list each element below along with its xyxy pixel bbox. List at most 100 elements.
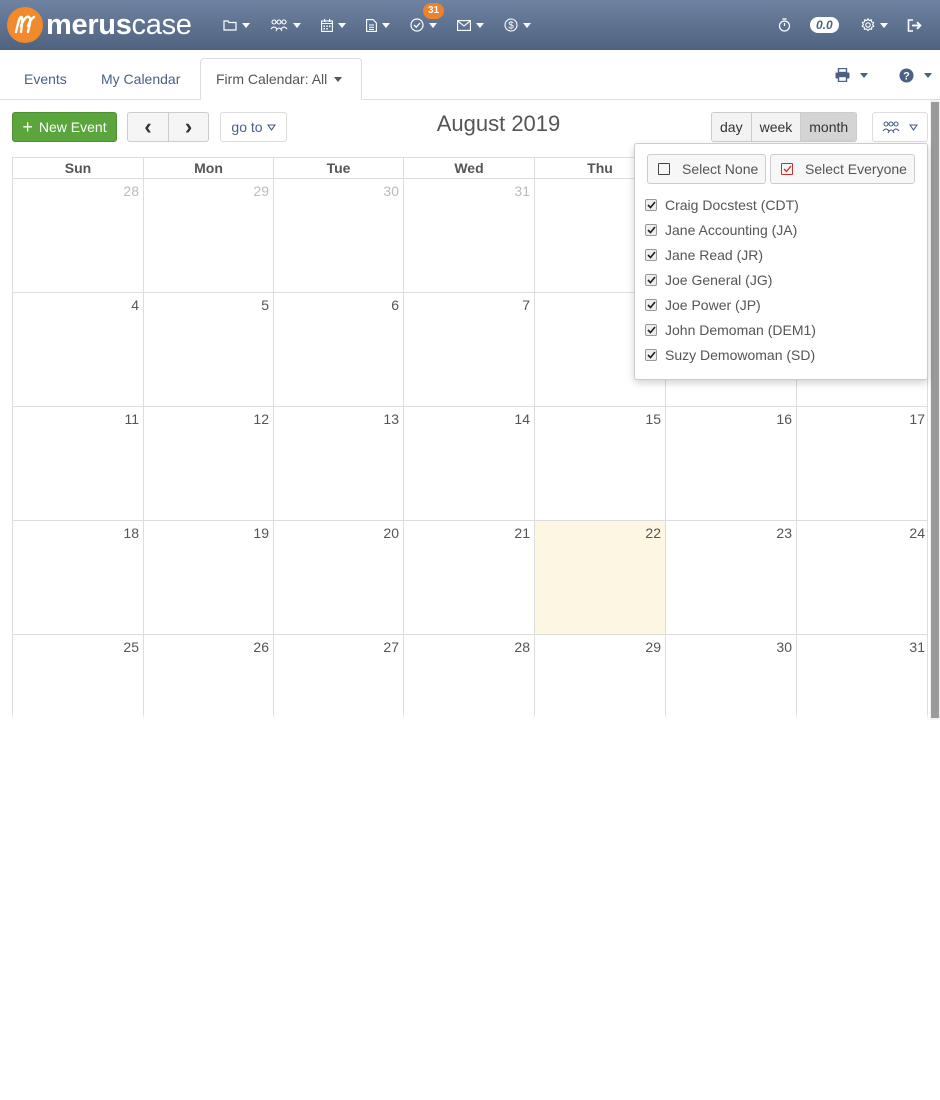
day-number[interactable]: 16 (776, 411, 792, 427)
calendar-day-cell[interactable]: 17 (797, 407, 928, 520)
calendar-day-cell[interactable]: 7 (404, 293, 535, 406)
person-filter-item[interactable]: Jane Read (JR) (645, 245, 763, 265)
calendar-menu[interactable] (321, 0, 346, 50)
person-filter-item[interactable]: Jane Accounting (JA) (645, 220, 797, 240)
day-number[interactable]: 27 (383, 639, 399, 655)
settings-menu[interactable] (861, 0, 888, 50)
day-number[interactable]: 22 (645, 525, 661, 541)
calendar-day-cell[interactable]: 18 (13, 521, 144, 634)
user-filter-button[interactable] (872, 112, 928, 142)
calendar-day-cell[interactable]: 4 (13, 293, 144, 406)
next-month-button[interactable]: › (168, 112, 209, 142)
calendar-day-cell[interactable]: 19 (144, 521, 274, 634)
calendar-day-cell[interactable]: 28 (404, 635, 535, 718)
help-menu[interactable]: ? (899, 50, 932, 100)
day-number[interactable]: 28 (514, 639, 530, 655)
view-month-button[interactable]: month (801, 113, 857, 141)
page-scrollbar[interactable] (930, 100, 940, 720)
calendar-day-cell[interactable]: 23 (666, 521, 797, 634)
day-number[interactable]: 23 (776, 525, 792, 541)
billing-menu[interactable]: $ (504, 0, 531, 50)
person-filter-item[interactable]: Joe Power (JP) (645, 295, 761, 315)
person-filter-item[interactable]: John Demoman (DEM1) (645, 320, 816, 340)
select-everyone-button[interactable]: Select Everyone (770, 154, 915, 184)
day-number[interactable]: 28 (123, 183, 139, 199)
day-number[interactable]: 4 (131, 297, 139, 313)
tab-my-calendar[interactable]: My Calendar (86, 58, 195, 100)
logout-button[interactable] (907, 0, 922, 50)
calendar-day-cell[interactable]: 31 (797, 635, 928, 718)
day-number[interactable]: 21 (514, 525, 530, 541)
person-filter-item[interactable]: Suzy Demowoman (SD) (645, 345, 815, 365)
contacts-menu[interactable] (270, 0, 301, 50)
calendar-day-cell[interactable]: 30 (666, 635, 797, 718)
calendar-day-cell[interactable]: 6 (274, 293, 404, 406)
tab-firm-calendar[interactable]: Firm Calendar: All (200, 58, 362, 100)
person-checkbox[interactable] (645, 224, 657, 236)
view-week-button[interactable]: week (751, 113, 802, 141)
calendar-day-cell[interactable]: 20 (274, 521, 404, 634)
day-number[interactable]: 25 (123, 639, 139, 655)
person-filter-item[interactable]: Joe General (JG) (645, 270, 772, 290)
person-checkbox[interactable] (645, 249, 657, 261)
calendar-day-cell[interactable]: 12 (144, 407, 274, 520)
calendar-day-cell[interactable]: 29 (535, 635, 666, 718)
day-number[interactable]: 15 (645, 411, 661, 427)
calendar-day-cell[interactable]: 14 (404, 407, 535, 520)
calendar-day-cell[interactable]: 16 (666, 407, 797, 520)
mail-menu[interactable] (457, 0, 484, 50)
calendar-day-cell[interactable]: 28 (13, 179, 144, 292)
day-number[interactable]: 29 (253, 183, 269, 199)
day-number[interactable]: 12 (253, 411, 269, 427)
day-number[interactable]: 31 (514, 183, 530, 199)
logo[interactable]: meruscase (7, 0, 192, 50)
day-number[interactable]: 24 (909, 525, 925, 541)
person-checkbox[interactable] (645, 199, 657, 211)
day-number[interactable]: 30 (776, 639, 792, 655)
calendar-day-cell[interactable]: 30 (274, 179, 404, 292)
calendar-day-cell[interactable]: 25 (13, 635, 144, 718)
print-menu[interactable] (835, 50, 868, 100)
day-number[interactable]: 5 (261, 297, 269, 313)
day-number[interactable]: 26 (253, 639, 269, 655)
day-number[interactable]: 30 (383, 183, 399, 199)
calendar-day-cell[interactable]: 15 (535, 407, 666, 520)
calendar-day-cell[interactable]: 31 (404, 179, 535, 292)
cases-menu[interactable] (223, 0, 250, 50)
documents-menu[interactable] (366, 0, 390, 50)
day-number[interactable]: 17 (909, 411, 925, 427)
new-event-button[interactable]: + New Event (12, 112, 117, 142)
person-checkbox[interactable] (645, 299, 657, 311)
day-number[interactable]: 6 (391, 297, 399, 313)
timer-button[interactable] (778, 0, 791, 50)
tab-events[interactable]: Events (9, 58, 82, 100)
select-none-button[interactable]: Select None (647, 154, 766, 184)
goto-button[interactable]: go to (220, 112, 287, 142)
day-number[interactable]: 11 (124, 411, 139, 427)
prev-month-button[interactable]: ‹ (127, 112, 169, 142)
calendar-day-cell[interactable]: 29 (144, 179, 274, 292)
calendar-day-today[interactable]: 22 (535, 521, 666, 634)
day-number[interactable]: 31 (909, 639, 925, 655)
timer-display[interactable]: 0.0 (810, 0, 839, 50)
day-number[interactable]: 29 (645, 639, 661, 655)
calendar-day-cell[interactable]: 13 (274, 407, 404, 520)
calendar-day-cell[interactable]: 11 (13, 407, 144, 520)
person-filter-item[interactable]: Craig Docstest (CDT) (645, 195, 799, 215)
day-number[interactable]: 14 (514, 411, 530, 427)
calendar-day-cell[interactable]: 21 (404, 521, 535, 634)
scrollbar-thumb[interactable] (931, 102, 939, 718)
day-number[interactable]: 18 (123, 525, 139, 541)
day-number[interactable]: 20 (383, 525, 399, 541)
calendar-day-cell[interactable]: 27 (274, 635, 404, 718)
day-number[interactable]: 13 (383, 411, 399, 427)
person-checkbox[interactable] (645, 324, 657, 336)
person-checkbox[interactable] (645, 274, 657, 286)
day-number[interactable]: 19 (253, 525, 269, 541)
day-number[interactable]: 7 (522, 297, 530, 313)
person-checkbox[interactable] (645, 349, 657, 361)
tasks-menu[interactable]: 31 (410, 0, 445, 50)
calendar-day-cell[interactable]: 24 (797, 521, 928, 634)
view-day-button[interactable]: day (712, 113, 752, 141)
calendar-day-cell[interactable]: 26 (144, 635, 274, 718)
